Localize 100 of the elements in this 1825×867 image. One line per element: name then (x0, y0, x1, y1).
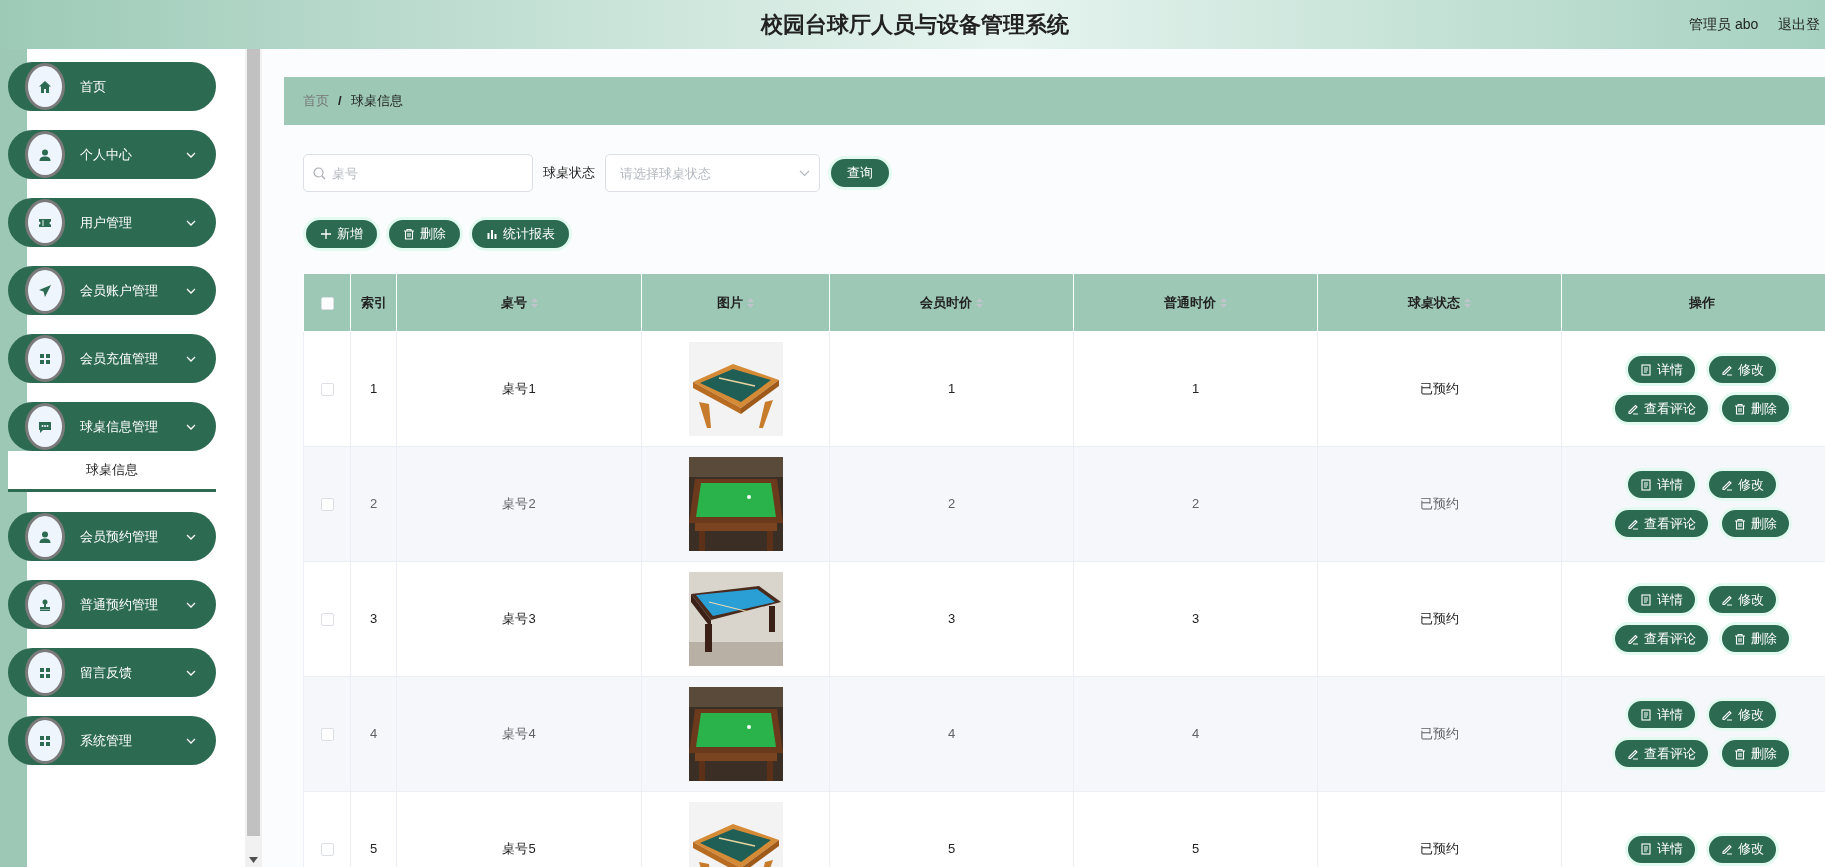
sort-icon[interactable] (530, 297, 538, 308)
table-number-cell: 桌号3 (396, 561, 642, 677)
scrollbar[interactable] (245, 49, 262, 867)
sidebar-item[interactable]: 个人中心 (8, 130, 216, 179)
column-header[interactable]: 桌号 (500, 292, 527, 313)
detail-button[interactable]: 详情 (1624, 353, 1698, 386)
pencil-icon (1720, 708, 1733, 721)
stamp-icon (38, 597, 52, 612)
price-cell: 2 (829, 446, 1074, 562)
delete-button[interactable]: 删除 (386, 217, 463, 251)
price-cell: 5 (829, 791, 1074, 867)
breadcrumb-item: 球桌信息 (350, 92, 403, 111)
pencil-icon (1720, 363, 1733, 376)
checkbox[interactable] (320, 728, 334, 742)
column-header[interactable]: 会员时价 (920, 292, 972, 313)
delete-button[interactable]: 删除 (1718, 622, 1792, 655)
column-header[interactable]: 图片 (717, 292, 743, 313)
pencil-icon (1626, 517, 1639, 530)
status-cell: 已预约 (1317, 791, 1562, 867)
sidebar-item[interactable]: 普通预约管理 (8, 580, 216, 629)
detail-button[interactable]: 详情 (1624, 832, 1698, 866)
edit-button[interactable]: 修改 (1705, 353, 1779, 386)
bar-chart-icon (486, 228, 498, 240)
delete-button[interactable]: 删除 (1718, 507, 1792, 540)
sidebar-item[interactable]: 首页 (8, 62, 216, 111)
delete-button[interactable]: 删除 (1718, 392, 1792, 425)
chevron-down-icon (186, 288, 196, 295)
chevron-down-icon (186, 356, 196, 363)
comment-button[interactable]: 查看评论 (1611, 392, 1711, 425)
edit-button[interactable]: 修改 (1705, 832, 1779, 866)
column-header[interactable]: 操作 (1688, 292, 1715, 313)
grid-icon (38, 665, 52, 680)
document-icon (1639, 363, 1652, 376)
pencil-icon (1720, 593, 1733, 606)
sort-icon[interactable] (1464, 297, 1471, 308)
sidebar-item[interactable]: 球桌信息管理 (8, 402, 216, 451)
detail-button[interactable]: 详情 (1624, 468, 1698, 501)
price-cell: 3 (829, 561, 1074, 677)
edit-button[interactable]: 修改 (1705, 698, 1779, 731)
scroll-down-icon[interactable] (249, 857, 258, 863)
chevron-down-icon (186, 670, 196, 677)
checkbox[interactable] (320, 498, 334, 512)
comment-button[interactable]: 查看评论 (1611, 622, 1711, 655)
sidebar-item[interactable]: 会员预约管理 (8, 512, 216, 561)
checkbox[interactable] (320, 383, 334, 397)
trash-icon (1733, 632, 1746, 645)
index-cell: 4 (350, 676, 397, 792)
table-number-cell: 桌号2 (396, 446, 642, 562)
chevron-down-icon (186, 152, 196, 159)
pencil-icon (1720, 843, 1733, 855)
checkbox[interactable] (320, 613, 334, 627)
home-icon (38, 79, 52, 94)
query-button[interactable]: 查询 (828, 156, 892, 190)
sort-icon[interactable] (976, 297, 983, 308)
submenu-item[interactable]: 球桌信息 (8, 451, 216, 492)
delete-button[interactable]: 删除 (1718, 737, 1792, 770)
column-header[interactable]: 球桌状态 (1408, 292, 1460, 313)
price-cell: 4 (1073, 676, 1318, 792)
plus-icon (320, 228, 332, 240)
index-cell: 1 (350, 331, 397, 447)
sidebar-item[interactable]: 会员充值管理 (8, 334, 216, 383)
comment-button[interactable]: 查看评论 (1611, 507, 1711, 540)
search-field[interactable]: 桌号 (303, 154, 533, 192)
sort-icon[interactable] (747, 297, 754, 308)
add-button[interactable]: 新增 (303, 217, 380, 251)
column-header[interactable]: 普通时价 (1164, 292, 1216, 313)
status-cell: 已预约 (1317, 676, 1562, 792)
trash-icon (403, 228, 415, 240)
scrollbar-thumb[interactable] (247, 49, 260, 836)
sidebar-item[interactable]: 会员账户管理 (8, 266, 216, 315)
app-title: 校园台球厅人员与设备管理系统 (759, 11, 1070, 39)
sidebar-item[interactable]: 用户管理 (8, 198, 216, 247)
document-icon (1639, 708, 1652, 721)
breadcrumb-separator: / (338, 92, 342, 111)
status-select[interactable]: 请选择球桌状态 (605, 154, 820, 192)
detail-button[interactable]: 详情 (1624, 583, 1698, 616)
sidebar-item[interactable]: 系统管理 (8, 716, 216, 765)
detail-button[interactable]: 详情 (1624, 698, 1698, 731)
trash-icon (1733, 402, 1746, 415)
comment-button[interactable]: 查看评论 (1611, 737, 1711, 770)
price-cell: 1 (829, 331, 1074, 447)
grid-icon (38, 733, 52, 748)
checkbox[interactable] (320, 843, 334, 857)
table-number-cell: 桌号5 (396, 791, 642, 867)
document-icon (1639, 593, 1652, 606)
checkbox[interactable] (320, 296, 334, 310)
status-cell: 已预约 (1317, 446, 1562, 562)
grid-icon (38, 351, 52, 366)
report-button[interactable]: 统计报表 (469, 217, 572, 251)
trash-icon (1733, 517, 1746, 530)
paper-plane-icon (38, 283, 52, 298)
pencil-icon (1626, 747, 1639, 760)
logout-link[interactable]: 退出登 (1778, 14, 1821, 35)
edit-button[interactable]: 修改 (1705, 468, 1779, 501)
document-icon (1639, 843, 1652, 855)
pencil-icon (1626, 632, 1639, 645)
sort-icon[interactable] (1220, 297, 1227, 308)
edit-button[interactable]: 修改 (1705, 583, 1779, 616)
index-cell: 5 (350, 791, 397, 867)
sidebar-item[interactable]: 留言反馈 (8, 648, 216, 697)
